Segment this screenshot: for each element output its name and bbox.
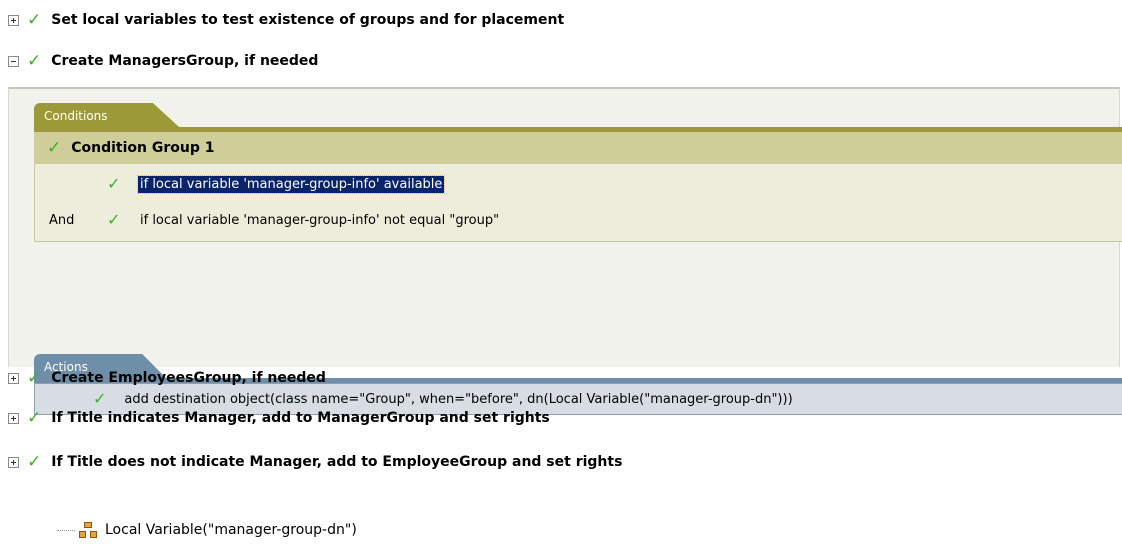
condition-text[interactable]: if local variable 'manager-group-info' a… — [136, 174, 446, 194]
rule-label[interactable]: If Title indicates Manager, add to Manag… — [51, 410, 550, 426]
rule-row[interactable]: ✓ Set local variables to test existence … — [6, 7, 1116, 33]
rule-label[interactable]: Create EmployeesGroup, if needed — [51, 370, 326, 386]
check-icon: ✓ — [107, 174, 121, 193]
rule-label[interactable]: Create ManagersGroup, if needed — [51, 53, 318, 69]
rule-row[interactable]: ✓ Create EmployeesGroup, if needed — [6, 365, 1116, 391]
check-icon: ✓ — [47, 137, 62, 158]
condition-group-header[interactable]: ✓ Condition Group 1 — [34, 132, 1122, 164]
expand-icon[interactable] — [8, 372, 19, 384]
condition-text[interactable]: if local variable 'manager-group-info' n… — [138, 212, 501, 229]
check-icon: ✓ — [27, 9, 42, 30]
condition-logic: And — [49, 212, 75, 228]
rule-row[interactable]: ✓ Create ManagersGroup, if needed — [6, 48, 1116, 74]
check-icon: ✓ — [107, 210, 121, 229]
check-icon: ✓ — [27, 407, 42, 428]
rule-row[interactable]: ✓ If Title does not indicate Manager, ad… — [6, 449, 1116, 475]
check-icon: ✓ — [27, 367, 42, 388]
hierarchy-icon — [79, 522, 97, 538]
expand-icon[interactable] — [8, 456, 19, 468]
tree-connector — [57, 529, 75, 531]
variable-tree-node[interactable]: Local Variable("manager-group-dn") — [57, 522, 357, 538]
expand-icon[interactable] — [8, 412, 19, 424]
rule-row[interactable]: ✓ If Title indicates Manager, add to Man… — [6, 405, 1116, 431]
conditions-list: ✓ if local variable 'manager-group-info'… — [34, 164, 1122, 242]
collapse-icon[interactable] — [8, 55, 19, 67]
variable-label[interactable]: Local Variable("manager-group-dn") — [105, 522, 357, 538]
rule-label[interactable]: Set local variables to test existence of… — [51, 12, 564, 28]
conditions-tab[interactable]: Conditions — [34, 103, 179, 127]
rule-detail-panel: Conditions ✓ Condition Group 1 ✓ if loca… — [8, 87, 1122, 415]
check-icon: ✓ — [27, 50, 42, 71]
condition-group-label[interactable]: Condition Group 1 — [71, 140, 214, 156]
expand-icon[interactable] — [8, 14, 19, 26]
rule-label[interactable]: If Title does not indicate Manager, add … — [51, 454, 622, 470]
check-icon: ✓ — [27, 451, 42, 472]
